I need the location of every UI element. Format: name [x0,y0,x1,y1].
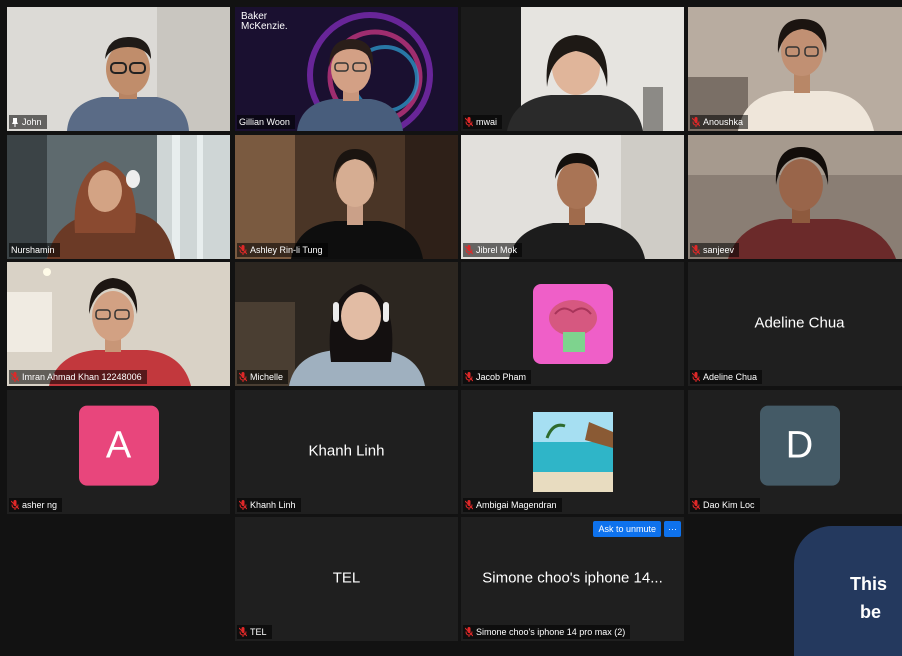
letter-avatar: D [759,405,840,486]
muted-mic-icon [465,372,473,382]
participant-video [7,135,230,259]
muted-mic-icon [239,627,247,637]
nameplate: Jacob Pham [463,370,532,384]
nameplate: Simone choo's iphone 14 pro max (2) [463,625,631,639]
participant-name: mwai [476,117,498,127]
tile-actions: Ask to unmute ··· [593,521,681,537]
muted-mic-icon [465,245,473,255]
nameplate: Nurshamin [9,243,60,257]
participant-video [7,7,230,131]
nameplate: Jibrel Mok [463,243,523,257]
participant-video [235,262,458,386]
participant-name: Anoushka [703,117,744,127]
letter-avatar: A [78,405,159,486]
muted-mic-icon [239,372,247,382]
participant-video [688,135,902,259]
participant-name: Simone choo's iphone 14 pro max (2) [476,627,626,637]
nameplate: mwai [463,115,503,129]
video-tile-ambigai-magendran[interactable]: Ambigai Magendran [461,390,684,514]
nameplate: Khanh Linh [237,498,301,512]
participant-name: John [22,117,42,127]
participant-video [7,262,230,386]
muted-mic-icon [465,117,473,127]
participant-video [461,7,684,131]
participant-name: Gillian Woon [239,117,290,127]
muted-mic-icon [692,372,700,382]
video-tile-asher-ng[interactable]: A asher ng [7,390,230,514]
participant-video [461,135,684,259]
video-tile-john[interactable]: John [7,7,230,131]
video-tile-michelle[interactable]: Michelle [235,262,458,386]
muted-mic-icon [239,245,247,255]
video-tile-sanjeev[interactable]: sanjeev [688,135,902,259]
video-tile-dao-kim-loc[interactable]: D Dao Kim Loc [688,390,902,514]
more-options-button[interactable]: ··· [664,521,681,537]
nameplate: Michelle [237,370,289,384]
participant-name: Jibrel Mok [476,245,518,255]
nameplate: Gillian Woon [237,115,295,129]
notice-text: This be [850,574,888,622]
participant-name: Ashley Rin-li Tung [250,245,323,255]
ask-to-unmute-button[interactable]: Ask to unmute [593,521,661,537]
video-tile-tel[interactable]: TEL TEL [235,517,458,641]
nameplate: asher ng [9,498,63,512]
muted-mic-icon [239,500,247,510]
video-tile-nurshamin[interactable]: Nurshamin [7,135,230,259]
nameplate: TEL [237,625,272,639]
participant-display-name: Khanh Linh [308,442,385,460]
nameplate: Adeline Chua [690,370,763,384]
participant-video [235,135,458,259]
muted-mic-icon [465,500,473,510]
video-tile-simone-choo-iphone[interactable]: Ask to unmute ··· Simone choo's iphone 1… [461,517,684,641]
video-tile-adeline-chua[interactable]: Adeline Chua Adeline Chua [688,262,902,386]
participant-video [688,7,902,131]
nameplate: Anoushka [690,115,749,129]
participant-name: asher ng [22,500,58,510]
participant-name: Adeline Chua [703,372,758,382]
participant-name: Jacob Pham [476,372,527,382]
muted-mic-icon [465,627,473,637]
nameplate: sanjeev [690,243,740,257]
video-tile-gillian-woon[interactable]: Baker McKenzie. Gillian Woon [235,7,458,131]
video-tile-ashley-rin-li-tung[interactable]: Ashley Rin-li Tung [235,135,458,259]
nameplate: Imran Ahmad Khan 12248006 [9,370,147,384]
video-tile-mwai[interactable]: mwai [461,7,684,131]
participant-name: Imran Ahmad Khan 12248006 [22,372,142,382]
participant-name: Khanh Linh [250,500,296,510]
nameplate: Ashley Rin-li Tung [237,243,328,257]
muted-mic-icon [692,117,700,127]
participant-name: Ambigai Magendran [476,500,557,510]
participant-name: Michelle [250,372,284,382]
video-tile-imran-ahmad-khan[interactable]: Imran Ahmad Khan 12248006 [7,262,230,386]
nameplate: John [9,115,47,129]
participant-name: Dao Kim Loc [703,500,755,510]
video-tile-anoushka[interactable]: Anoushka [688,7,902,131]
beach-avatar-icon [533,412,613,492]
video-tile-jacob-pham[interactable]: Jacob Pham [461,262,684,386]
participant-name: Nurshamin [11,245,55,255]
company-logo: Baker McKenzie. [241,12,288,32]
muted-mic-icon [11,372,19,382]
muted-mic-icon [692,500,700,510]
brain-avatar-icon [533,284,613,364]
muted-mic-icon [692,245,700,255]
participant-name: TEL [250,627,267,637]
participant-display-name: Simone choo's iphone 14... [482,569,663,587]
muted-mic-icon [11,500,19,510]
pin-icon [12,117,18,127]
video-tile-jibrel-mok[interactable]: Jibrel Mok [461,135,684,259]
participant-display-name: TEL [332,569,361,587]
video-tile-khanh-linh[interactable]: Khanh Linh Khanh Linh [235,390,458,514]
participant-display-name: Adeline Chua [754,314,845,332]
nameplate: Dao Kim Loc [690,498,760,512]
logo-line: McKenzie. [241,21,288,32]
participant-name: sanjeev [703,245,735,255]
nameplate: Ambigai Magendran [463,498,562,512]
